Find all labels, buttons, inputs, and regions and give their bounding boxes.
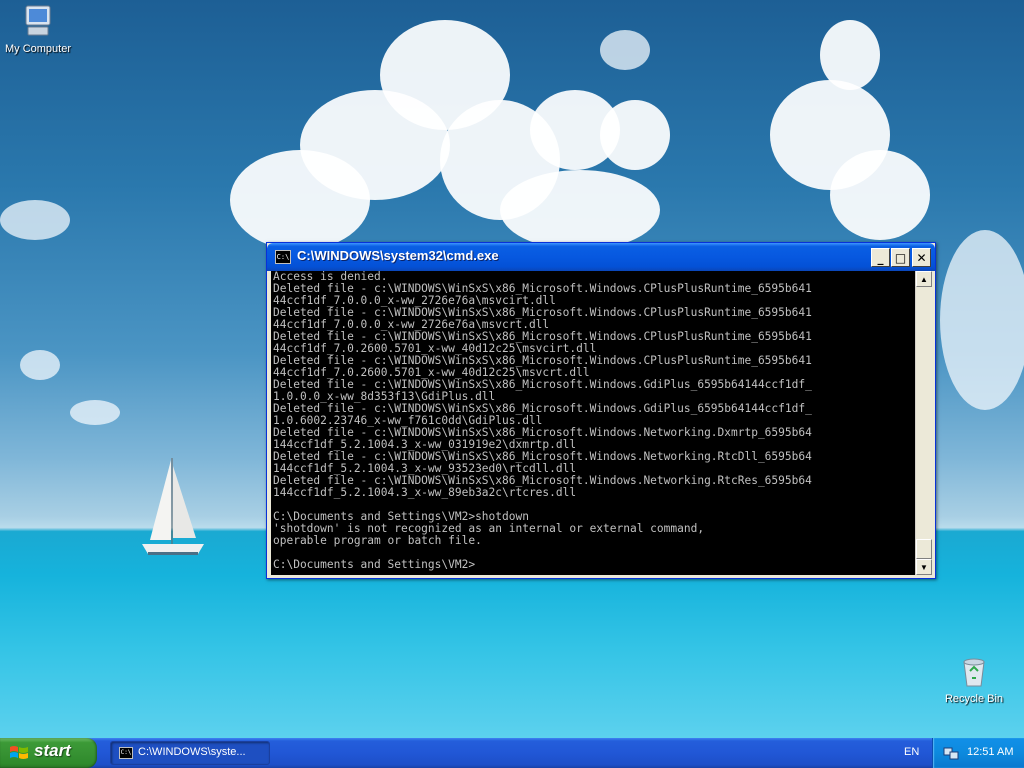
desktop-icon-my-computer[interactable]: My Computer	[0, 4, 78, 55]
system-tray: 12:51 AM	[932, 738, 1024, 768]
maximize-button[interactable]: □	[891, 248, 910, 267]
recycle-bin-icon	[963, 658, 985, 687]
scroll-up-button[interactable]: ▲	[916, 271, 932, 287]
taskbar-item-label: C:\WINDOWS\syste...	[138, 746, 246, 758]
clock[interactable]: 12:51 AM	[967, 746, 1013, 758]
cmd-icon: C:\	[275, 250, 291, 264]
console-line: operable program or batch file.	[273, 534, 482, 547]
cloud	[0, 200, 70, 240]
minimize-button[interactable]: _	[871, 248, 890, 267]
scroll-down-button[interactable]: ▼	[916, 559, 932, 575]
cmd-icon: C:\	[119, 747, 133, 759]
language-indicator[interactable]: EN	[904, 746, 919, 758]
cloud	[830, 150, 930, 240]
vertical-scrollbar[interactable]: ▲ ▼	[915, 271, 932, 575]
desktop-icon-recycle-bin[interactable]: Recycle Bin	[934, 656, 1014, 705]
network-icon[interactable]	[943, 745, 959, 761]
my-computer-icon	[25, 5, 51, 36]
desktop-icon-label: My Computer	[4, 43, 72, 55]
scrollbar-thumb[interactable]	[916, 539, 932, 559]
cloud	[230, 150, 370, 250]
taskbar: start C:\ C:\WINDOWS\syste... EN 12:51 A…	[0, 738, 1024, 768]
cloud	[500, 170, 660, 250]
cloud	[600, 30, 650, 70]
cmd-window[interactable]: C:\ C:\WINDOWS\system32\cmd.exe _ □ ✕ Ac…	[266, 242, 936, 579]
cloud	[820, 20, 880, 90]
windows-logo-icon	[10, 746, 28, 759]
window-title: C:\WINDOWS\system32\cmd.exe	[297, 248, 499, 263]
start-button[interactable]: start	[0, 738, 97, 768]
console-line: 144ccf1df_5.2.1004.3_x-ww_89eb3a2c\rtcre…	[273, 486, 577, 499]
desktop-icon-label: Recycle Bin	[944, 693, 1004, 705]
cloud	[70, 400, 120, 425]
console-output[interactable]: Access is denied. Deleted file - c:\WINDO…	[271, 271, 915, 575]
cloud	[940, 230, 1024, 410]
sailboat-image	[142, 458, 204, 555]
cloud	[20, 350, 60, 380]
taskbar-item-cmd[interactable]: C:\ C:\WINDOWS\syste...	[110, 741, 270, 765]
cloud	[600, 100, 670, 170]
console-line: C:\Documents and Settings\VM2>	[273, 558, 476, 571]
start-label: start	[34, 741, 71, 760]
window-titlebar[interactable]: C:\ C:\WINDOWS\system32\cmd.exe _ □ ✕	[267, 243, 935, 271]
close-button[interactable]: ✕	[912, 248, 931, 267]
